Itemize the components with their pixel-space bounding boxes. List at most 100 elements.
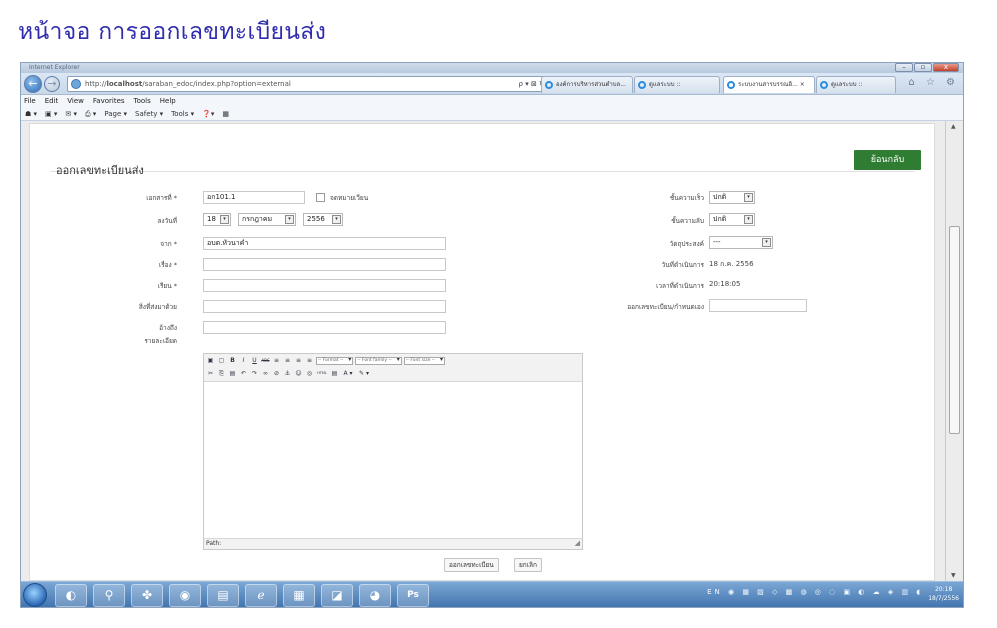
window-titlebar: Internet Explorer – ▫ x xyxy=(21,63,963,73)
undo-icon[interactable]: ↶ xyxy=(239,369,248,378)
start-button[interactable] xyxy=(23,583,47,607)
taskbar-firefox-icon[interactable]: ◕ xyxy=(359,584,391,607)
tab-0[interactable]: องค์การบริหารส่วนตำบล... xyxy=(541,76,633,93)
anchor-icon[interactable]: ⚓ xyxy=(283,369,292,378)
menu-file[interactable]: File xyxy=(24,95,36,107)
html-source-button[interactable]: HTML xyxy=(316,369,328,378)
taskbar-app-icon[interactable]: ◪ xyxy=(321,584,353,607)
language-indicator[interactable]: EN xyxy=(707,588,723,596)
menu-favorites[interactable]: Favorites xyxy=(93,95,125,107)
print-command-icon[interactable]: ⎙ ▾ xyxy=(85,107,96,120)
reference-input[interactable] xyxy=(203,321,446,334)
taskbar-app-icon[interactable]: ◉ xyxy=(169,584,201,607)
year-select[interactable]: 2556 ▾ xyxy=(303,213,343,226)
font-color-icon[interactable]: A ▾ xyxy=(341,369,355,378)
align-center-icon[interactable]: ≡ xyxy=(283,356,292,365)
taskbar-app-icon[interactable]: ⚲ xyxy=(93,584,125,607)
unlink-icon[interactable]: ⊘ xyxy=(272,369,281,378)
subject-input[interactable] xyxy=(203,258,446,271)
taskbar-app-icon[interactable]: ▤ xyxy=(207,584,239,607)
tab-3[interactable]: ดูแลระบบ :: xyxy=(816,76,896,93)
menu-help[interactable]: Help xyxy=(160,95,176,107)
issue-number-button[interactable]: ออกเลขทะเบียน xyxy=(444,558,499,572)
scroll-down-icon[interactable]: ▼ xyxy=(951,572,956,579)
minimize-button[interactable]: – xyxy=(895,63,913,72)
page-scrollbar[interactable]: ▲ ▼ xyxy=(945,121,963,581)
resize-handle-icon[interactable]: ◢ xyxy=(575,538,580,548)
editor-toolbar: ▣ ▢ B I U ABC ≡ ≡ ≡ ≡ -- Format -- -- Fo… xyxy=(204,354,582,382)
editor-statusbar: Path: ◢ xyxy=(204,538,582,549)
bold-button[interactable]: B xyxy=(228,356,237,365)
month-select[interactable]: กรกฎาคม ▾ xyxy=(238,213,296,226)
underline-button[interactable]: U xyxy=(250,356,259,365)
tray-icons[interactable]: ◉ ▦ ▨ ◇ ▩ ◍ ◎ ◌ ▣ ◐ ☁ ◈ ▥ ◖ xyxy=(728,588,923,596)
align-left-icon[interactable]: ≡ xyxy=(272,356,281,365)
font-family-select[interactable]: -- Font family -- xyxy=(355,356,402,365)
help-command-icon[interactable]: ❓▾ xyxy=(202,107,214,120)
menu-view[interactable]: View xyxy=(67,95,84,107)
screenshot-canvas: หน้าจอ การออกเลขทะเบียนส่ง Internet Expl… xyxy=(0,0,997,628)
taskbar-app-icon[interactable]: ✤ xyxy=(131,584,163,607)
page-menu[interactable]: Page ▾ xyxy=(104,107,127,120)
strikethrough-button[interactable]: ABC xyxy=(261,356,270,365)
url-host: localhost xyxy=(106,80,143,88)
custom-number-input[interactable] xyxy=(709,299,807,312)
image-icon[interactable]: ▤ xyxy=(330,369,339,378)
scrollbar-thumb[interactable] xyxy=(949,226,960,434)
back-arrow-icon[interactable]: ← xyxy=(24,75,42,93)
italic-button[interactable]: I xyxy=(239,356,248,365)
format-select[interactable]: -- Format -- xyxy=(316,356,354,365)
menu-edit[interactable]: Edit xyxy=(45,95,59,107)
editor-body[interactable] xyxy=(204,382,582,539)
research-command-icon[interactable]: ▦ xyxy=(222,107,229,120)
home-favorites-settings-icons[interactable]: ⌂ ☆ ⚙ xyxy=(908,77,959,88)
menu-tools[interactable]: Tools xyxy=(134,95,151,107)
paste-icon[interactable]: ▤ xyxy=(228,369,237,378)
to-input[interactable] xyxy=(203,279,446,292)
feeds-command-icon[interactable]: ▣ ▾ xyxy=(45,107,57,120)
back-button[interactable]: ย้อนกลับ xyxy=(854,150,921,170)
system-clock[interactable]: 20:18 18/7/2556 xyxy=(928,585,959,603)
save-icon[interactable]: ▣ xyxy=(206,356,215,365)
new-document-icon[interactable]: ▢ xyxy=(217,356,226,365)
urgency-select[interactable]: ปกติ ▾ xyxy=(709,191,755,204)
highlight-color-icon[interactable]: ✎ ▾ xyxy=(357,369,371,378)
link-icon[interactable]: ∞ xyxy=(261,369,270,378)
redo-icon[interactable]: ↷ xyxy=(250,369,259,378)
cancel-button[interactable]: ยกเลิก xyxy=(514,558,542,572)
taskbar-ie-icon[interactable]: ℯ xyxy=(245,584,277,607)
emoticon-icon[interactable]: ☺ xyxy=(294,369,303,378)
attachment-input[interactable] xyxy=(203,300,446,313)
doc-no-input[interactable]: อก101.1 xyxy=(203,191,305,204)
purpose-select[interactable]: --- ▾ xyxy=(709,236,773,249)
circular-letter-checkbox[interactable] xyxy=(316,193,325,202)
copy-icon[interactable]: ⎘ xyxy=(217,369,226,378)
operation-time-label: เวลาที่ดำเนินการ xyxy=(656,282,704,290)
secret-select[interactable]: ปกติ ▾ xyxy=(709,213,755,226)
tools-menu[interactable]: Tools ▾ xyxy=(171,107,194,120)
forward-arrow-icon[interactable]: → xyxy=(44,76,60,92)
tab-2-active[interactable]: ระบบงานสารบรรณอิ... × xyxy=(723,76,815,93)
font-size-select[interactable]: -- Font size -- xyxy=(403,356,446,365)
taskbar-app-icon[interactable]: ▦ xyxy=(283,584,315,607)
day-select[interactable]: 18 ▾ xyxy=(203,213,231,226)
taskbar-app-icon[interactable]: ◐ xyxy=(55,584,87,607)
tab-1[interactable]: ดูแลระบบ :: xyxy=(634,76,720,93)
align-justify-icon[interactable]: ≡ xyxy=(305,356,314,365)
page-caption: หน้าจอ การออกเลขทะเบียนส่ง xyxy=(18,19,327,45)
close-window-button[interactable]: x xyxy=(933,63,959,72)
safety-menu[interactable]: Safety ▾ xyxy=(135,107,163,120)
cut-icon[interactable]: ✂ xyxy=(206,369,215,378)
panel-header xyxy=(50,150,914,172)
detail-label: รายละเอียด xyxy=(144,337,177,345)
address-bar[interactable]: http://localhost/saraban_edoc/index.php?… xyxy=(67,76,557,92)
from-input[interactable]: อบต.หัวนาคำ xyxy=(203,237,446,250)
align-right-icon[interactable]: ≡ xyxy=(294,356,303,365)
taskbar-photoshop-icon[interactable]: Ps xyxy=(397,584,429,607)
mail-command-icon[interactable]: ✉ ▾ xyxy=(65,107,77,120)
cleanup-icon[interactable]: ◎ xyxy=(305,369,314,378)
scroll-up-icon[interactable]: ▲ xyxy=(951,123,956,130)
maximize-button[interactable]: ▫ xyxy=(914,63,932,72)
home-command-icon[interactable]: ☗ ▾ xyxy=(25,107,37,120)
system-tray[interactable]: EN ◉ ▦ ▨ ◇ ▩ ◍ ◎ ◌ ▣ ◐ ☁ ◈ ▥ ◖ xyxy=(707,588,923,596)
